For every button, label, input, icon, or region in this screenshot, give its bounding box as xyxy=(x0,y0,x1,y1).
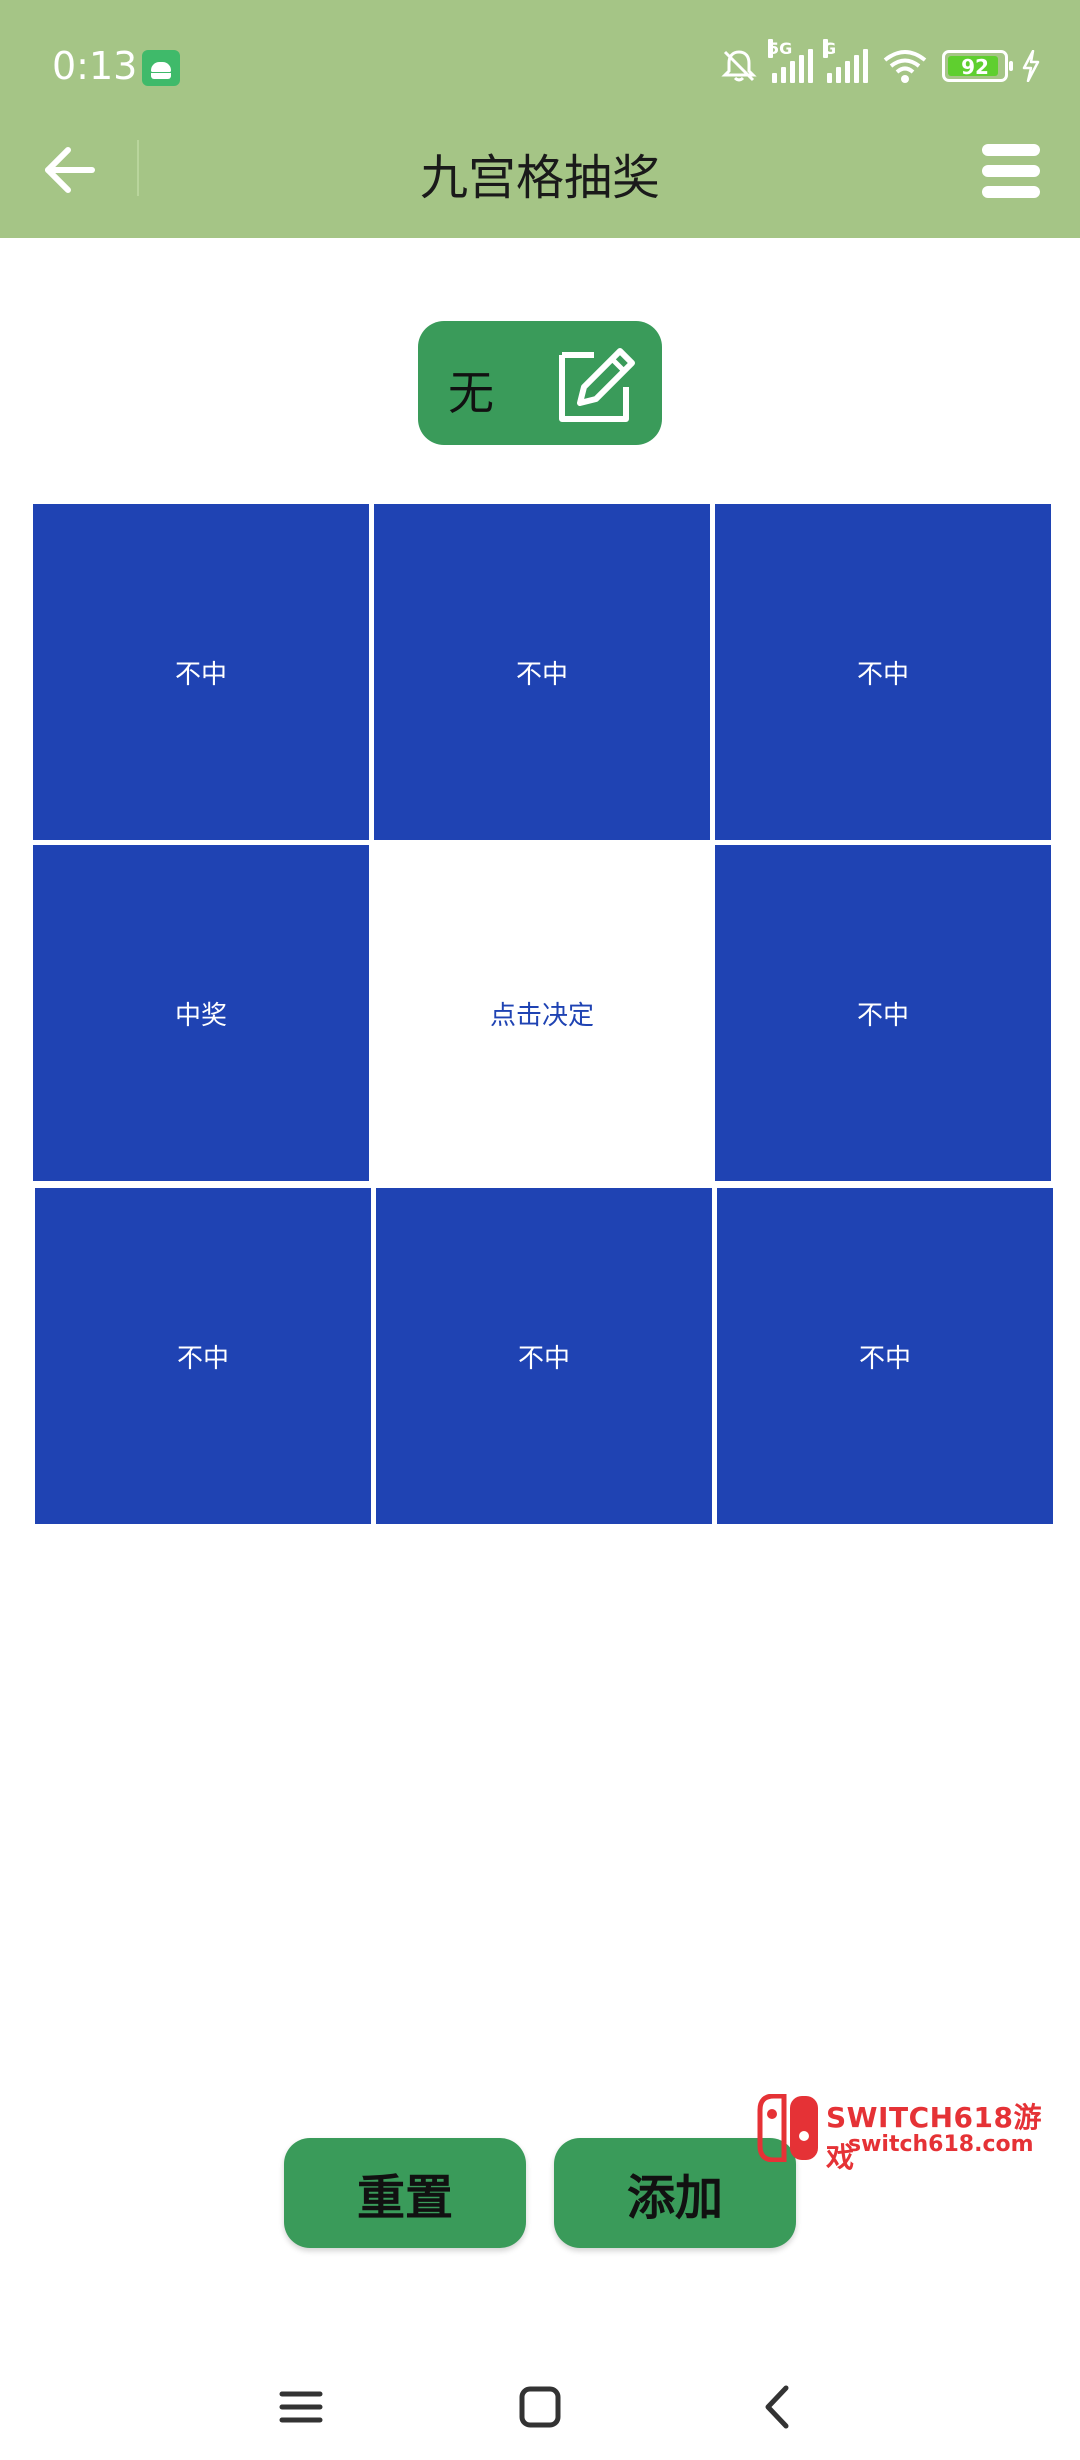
battery-percent: 92 xyxy=(961,55,989,79)
status-icons: 5G G 92 xyxy=(720,39,1040,86)
switch-logo-icon xyxy=(757,2094,818,2162)
draw-button[interactable]: 点击决定 xyxy=(374,845,710,1181)
grid-cell[interactable]: 不中 xyxy=(374,504,710,840)
back-chevron-icon[interactable] xyxy=(744,2372,814,2442)
signal-icon: 5G xyxy=(768,39,813,83)
grid-cell[interactable]: 中奖 xyxy=(33,845,369,1181)
network-type-label: G xyxy=(823,39,837,58)
grid-cell[interactable]: 不中 xyxy=(35,1188,371,1524)
app-header: 0:13 5G G 92 九宫格抽奖 xyxy=(0,0,1080,238)
mute-bell-icon xyxy=(720,47,758,85)
system-nav-bar xyxy=(0,2352,1080,2460)
charging-bolt-icon xyxy=(1022,50,1040,82)
grid-cell[interactable]: 不中 xyxy=(33,504,369,840)
result-edit-button[interactable]: 无 xyxy=(418,321,662,445)
edit-pencil-icon xyxy=(559,348,635,422)
wifi-icon xyxy=(882,48,928,84)
home-square-icon[interactable] xyxy=(505,2372,575,2442)
watermark-url: switch618.com xyxy=(848,2132,1034,2157)
page-title: 九宫格抽奖 xyxy=(419,150,660,206)
hamburger-menu-icon[interactable] xyxy=(982,144,1040,198)
grid-cell[interactable]: 不中 xyxy=(376,1188,712,1524)
watermark: SWITCH618游戏 switch618.com xyxy=(756,2090,1066,2174)
status-time: 0:13 xyxy=(52,44,138,88)
grid-cell[interactable]: 不中 xyxy=(715,504,1051,840)
lottery-grid: 不中 不中 不中 中奖 点击决定 不中 不中 不中 不中 xyxy=(33,504,1053,1524)
network-type-label: 5G xyxy=(768,39,793,58)
battery-icon: 92 xyxy=(942,50,1013,82)
grid-cell[interactable]: 不中 xyxy=(717,1188,1053,1524)
android-notification-icon xyxy=(142,50,180,86)
signal-icon: G xyxy=(823,39,868,83)
reset-button[interactable]: 重置 xyxy=(284,2138,526,2248)
result-value: 无 xyxy=(448,366,494,420)
recents-menu-icon[interactable] xyxy=(266,2372,336,2442)
grid-cell[interactable]: 不中 xyxy=(715,845,1051,1181)
